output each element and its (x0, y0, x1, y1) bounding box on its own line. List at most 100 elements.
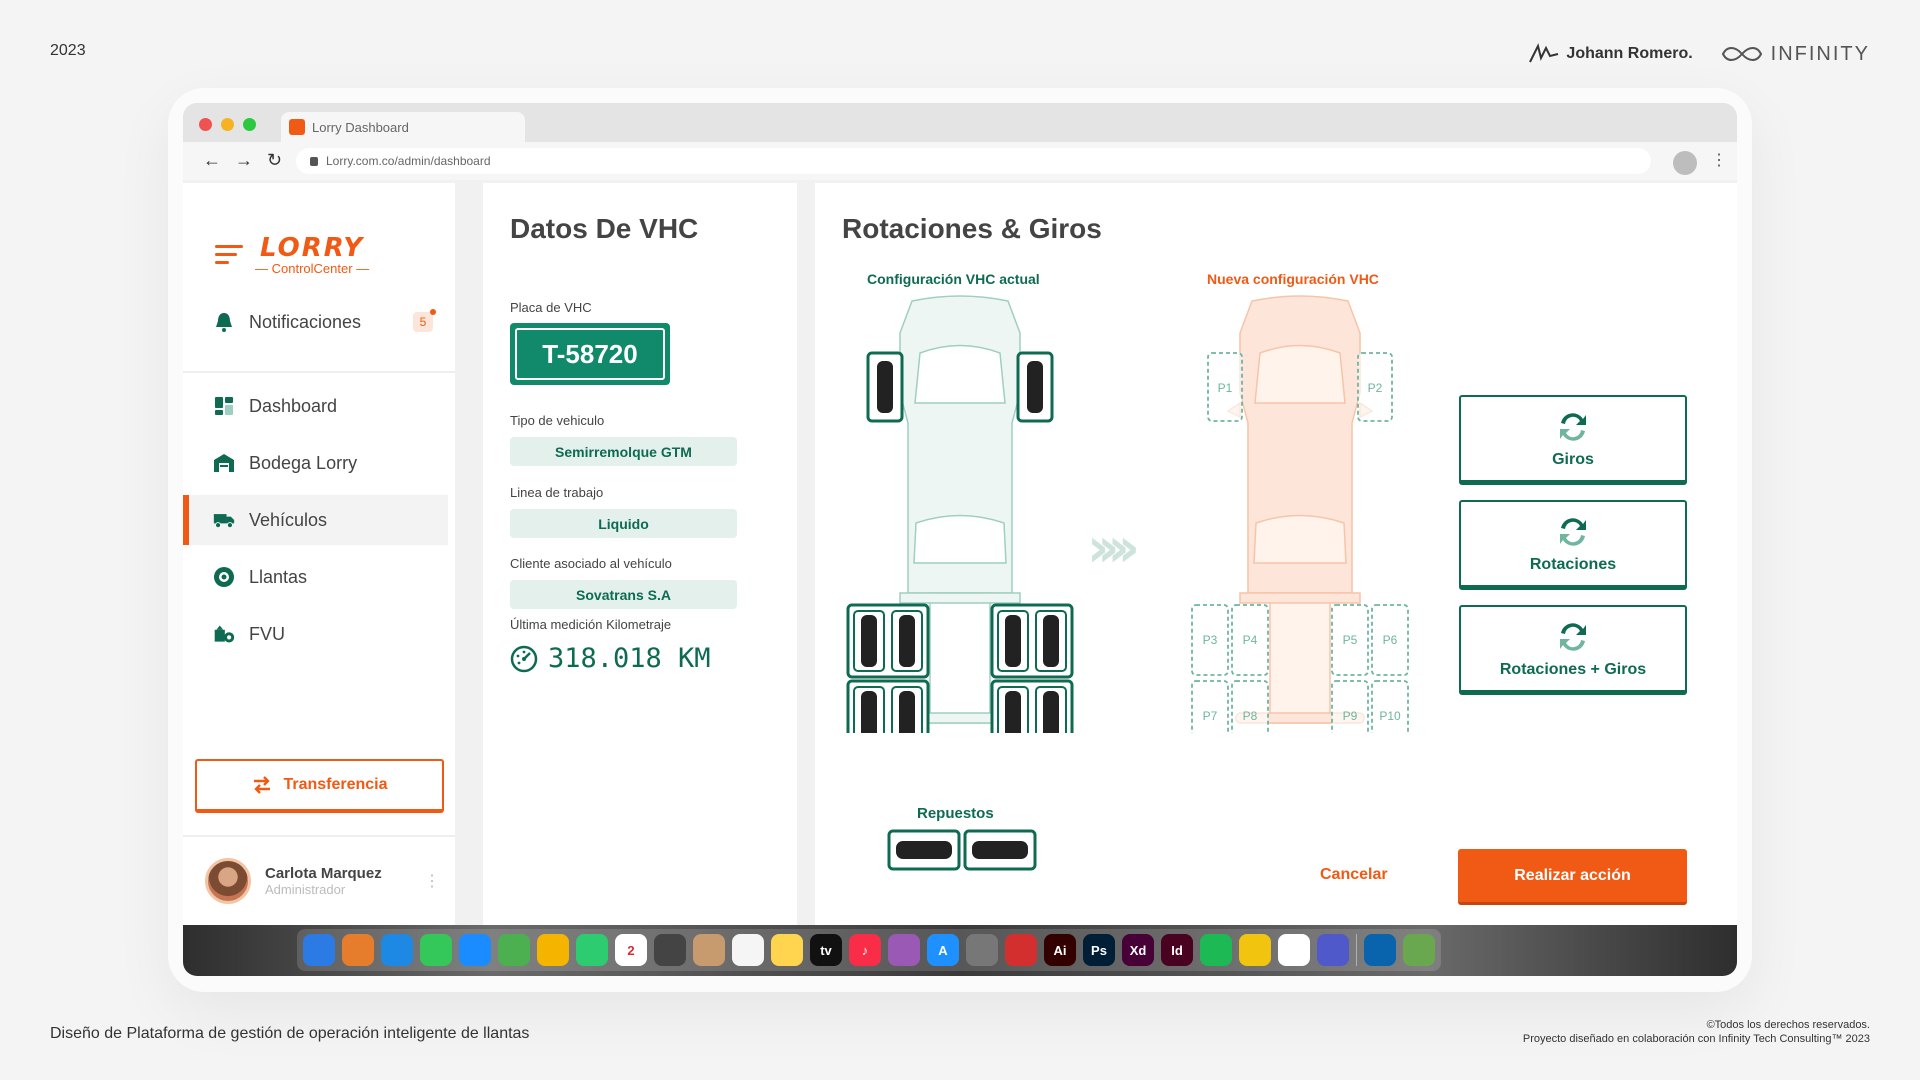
user-menu-icon[interactable]: ⋮ (424, 871, 440, 891)
lorry-logo[interactable]: LORRY — ControlCenter — (215, 233, 369, 276)
url-text: Lorry.com.co/admin/dashboard (326, 154, 491, 168)
position-label: P3 (1203, 633, 1218, 647)
position-label: P10 (1379, 709, 1401, 723)
preview-icon[interactable] (1403, 934, 1435, 966)
current-vehicle-diagram (846, 295, 1074, 733)
logo-sub-text: — ControlCenter — (255, 261, 370, 276)
maximize-window-button[interactable] (243, 118, 256, 131)
mail-icon[interactable] (459, 934, 491, 966)
spotify-icon[interactable] (1200, 934, 1232, 966)
xd-icon[interactable]: Xd (1122, 934, 1154, 966)
contacts-icon[interactable] (693, 934, 725, 966)
footer-caption: Diseño de Plataforma de gestión de opera… (50, 1025, 530, 1042)
sidebar: LORRY — ControlCenter — Notificaciones 5… (183, 183, 455, 925)
reminders-icon[interactable] (732, 934, 764, 966)
tv-icon[interactable]: tv (810, 934, 842, 966)
tire-slot-p7[interactable] (1191, 680, 1229, 733)
rotations-panel: Rotaciones & Giros Configuración VHC act… (815, 183, 1737, 925)
sidebar-menu: Dashboard Bodega Lorry Vehículos Llantas… (183, 381, 455, 666)
photos-icon[interactable] (537, 934, 569, 966)
calendar-icon[interactable]: 2 (615, 934, 647, 966)
illustrator-icon[interactable]: Ai (1044, 934, 1076, 966)
finder-icon[interactable] (303, 934, 335, 966)
sidebar-item-llantas[interactable]: Llantas (183, 552, 455, 602)
calculator-icon[interactable] (654, 934, 686, 966)
reload-icon[interactable]: ↻ (267, 150, 282, 171)
safari-icon[interactable] (381, 934, 413, 966)
position-label: P2 (1368, 381, 1383, 395)
app-store-icon[interactable]: A (927, 934, 959, 966)
avatar (205, 858, 251, 904)
giros-button[interactable]: Giros (1459, 395, 1687, 485)
browser-profile-avatar[interactable] (1673, 151, 1697, 175)
notifications-badge: 5 (413, 309, 436, 332)
collaboration-text: Proyecto diseñado en colaboración con In… (1522, 1033, 1870, 1046)
close-window-button[interactable] (199, 118, 212, 131)
tire-slot-p10[interactable] (1371, 680, 1409, 733)
acrobat-icon[interactable] (1005, 934, 1037, 966)
creative-cloud-icon[interactable] (1278, 934, 1310, 966)
launchpad-icon[interactable] (342, 934, 374, 966)
tire-slot-p9[interactable] (1331, 680, 1369, 733)
sidebar-divider (183, 835, 455, 837)
system-settings-icon[interactable] (966, 934, 998, 966)
hamburger-menu-icon[interactable] (215, 245, 243, 264)
rotaciones-giros-button[interactable]: Rotaciones + Giros (1459, 605, 1687, 695)
messages-icon[interactable] (420, 934, 452, 966)
maps-icon[interactable] (498, 934, 530, 966)
teams-icon[interactable] (1317, 934, 1349, 966)
sidebar-item-dashboard[interactable]: Dashboard (183, 381, 455, 431)
cancel-button[interactable]: Cancelar (1320, 866, 1388, 884)
submit-action-button[interactable]: Realizar acción (1458, 849, 1687, 905)
giros-label: Giros (1552, 450, 1594, 468)
tire-slot-p8[interactable] (1231, 680, 1269, 733)
forward-icon[interactable]: → (235, 150, 253, 171)
minimize-window-button[interactable] (221, 118, 234, 131)
sidebar-item-bodega-lorry[interactable]: Bodega Lorry (183, 438, 455, 488)
browser-tab[interactable]: Lorry Dashboard (281, 112, 525, 142)
user-role: Administrador (265, 882, 346, 897)
position-label: P6 (1383, 633, 1398, 647)
dock-separator (1356, 934, 1357, 966)
podcasts-icon[interactable] (888, 934, 920, 966)
plate-number: T-58720 (515, 328, 665, 380)
bell-icon (216, 313, 232, 332)
position-label: P7 (1203, 709, 1218, 723)
outlook-icon[interactable] (1364, 934, 1396, 966)
facetime-icon[interactable] (576, 934, 608, 966)
mileage-label: Última medición Kilometraje (510, 617, 672, 632)
url-field[interactable]: Lorry.com.co/admin/dashboard (296, 148, 1651, 174)
notifications-item[interactable]: Notificaciones 5 (213, 309, 436, 333)
chrome-icon[interactable] (1239, 934, 1271, 966)
sidebar-item-fvu[interactable]: FVU (183, 609, 455, 659)
sidebar-item-vehiculos[interactable]: Vehículos (183, 495, 448, 545)
transfer-label: Transferencia (283, 776, 388, 793)
position-label: P4 (1243, 633, 1258, 647)
mileage-value: 318.018 KM (548, 643, 711, 674)
transfer-icon (254, 776, 271, 794)
new-config-label: Nueva configuración VHC (1207, 271, 1379, 287)
user-profile[interactable]: Carlota Marquez Administrador ⋮ (205, 858, 440, 904)
plate-label: Placa de VHC (510, 300, 592, 315)
sidebar-item-label: Llantas (249, 566, 308, 587)
mileage: 318.018 KM (510, 643, 711, 674)
designer-signature: Johann Romero. (1528, 42, 1693, 66)
indesign-icon[interactable]: Id (1161, 934, 1193, 966)
lock-icon (310, 156, 318, 166)
transfer-button[interactable]: Transferencia (195, 759, 444, 813)
notes-icon[interactable] (771, 934, 803, 966)
designer-name: Johann Romero. (1566, 45, 1693, 62)
rotaciones-button[interactable]: Rotaciones (1459, 500, 1687, 590)
browser-menu-icon[interactable]: ⋮ (1711, 150, 1727, 170)
current-config-label: Configuración VHC actual (867, 271, 1040, 287)
infinity-logo-icon (1721, 47, 1762, 61)
sidebar-item-label: FVU (249, 623, 285, 644)
music-icon[interactable]: ♪ (849, 934, 881, 966)
rotaciones-label: Rotaciones (1529, 555, 1617, 573)
tab-title: Lorry Dashboard (312, 119, 409, 135)
back-icon[interactable]: ← (203, 150, 221, 171)
vehicle-type-label: Tipo de vehiculo (510, 413, 605, 428)
client-value: Sovatrans S.A (510, 580, 737, 609)
client-label: Cliente asociado al vehículo (510, 556, 672, 571)
photoshop-icon[interactable]: Ps (1083, 934, 1115, 966)
